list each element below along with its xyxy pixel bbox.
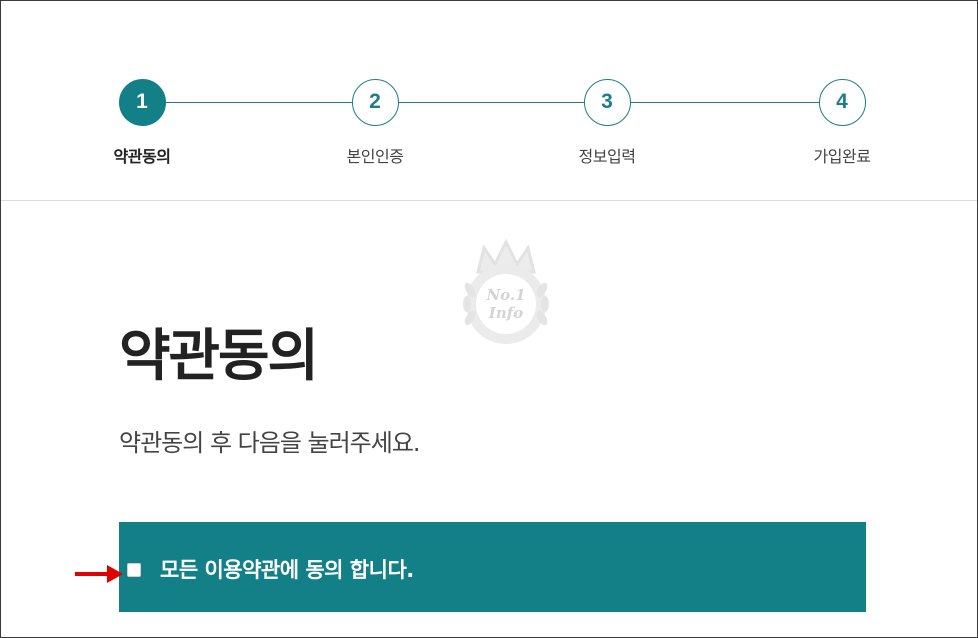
page-subtitle: 약관동의 후 다음을 눌러주세요. xyxy=(119,429,421,457)
step-2-number: 2 xyxy=(351,79,399,126)
step-4-complete: 4 가입완료 xyxy=(782,79,902,167)
signup-stepper: 1 약관동의 2 본인인증 3 정보입력 4 가입완료 xyxy=(1,1,977,201)
step-1-agreement: 1 약관동의 xyxy=(82,79,202,167)
step-2-verification: 2 본인인증 xyxy=(315,79,435,167)
step-1-label: 약관동의 xyxy=(113,147,171,166)
stepper-connector-line xyxy=(142,102,842,103)
page-title: 약관동의 xyxy=(119,324,319,389)
agree-all-bar[interactable]: 모든 이용약관에 동의 합니다. xyxy=(119,522,866,612)
step-2-label: 본인인증 xyxy=(346,147,404,166)
step-1-number: 1 xyxy=(118,79,166,126)
watermark-emblem-icon: No.1 Info xyxy=(463,238,549,344)
page-frame: 1 약관동의 2 본인인증 3 정보입력 4 가입완료 No.1 Info 약관… xyxy=(0,0,978,638)
step-4-number: 4 xyxy=(818,79,866,126)
step-3-number: 3 xyxy=(583,79,631,126)
step-3-label: 정보입력 xyxy=(578,147,636,166)
red-arrow-icon xyxy=(75,565,123,583)
agree-all-label[interactable]: 모든 이용약관에 동의 합니다. xyxy=(160,556,414,584)
step-3-info-input: 3 정보입력 xyxy=(547,79,667,167)
watermark-text-line1: No.1 xyxy=(485,286,525,304)
agree-all-checkbox[interactable] xyxy=(127,563,141,577)
watermark-text-line2: Info xyxy=(488,304,523,322)
step-4-label: 가입완료 xyxy=(813,147,871,166)
